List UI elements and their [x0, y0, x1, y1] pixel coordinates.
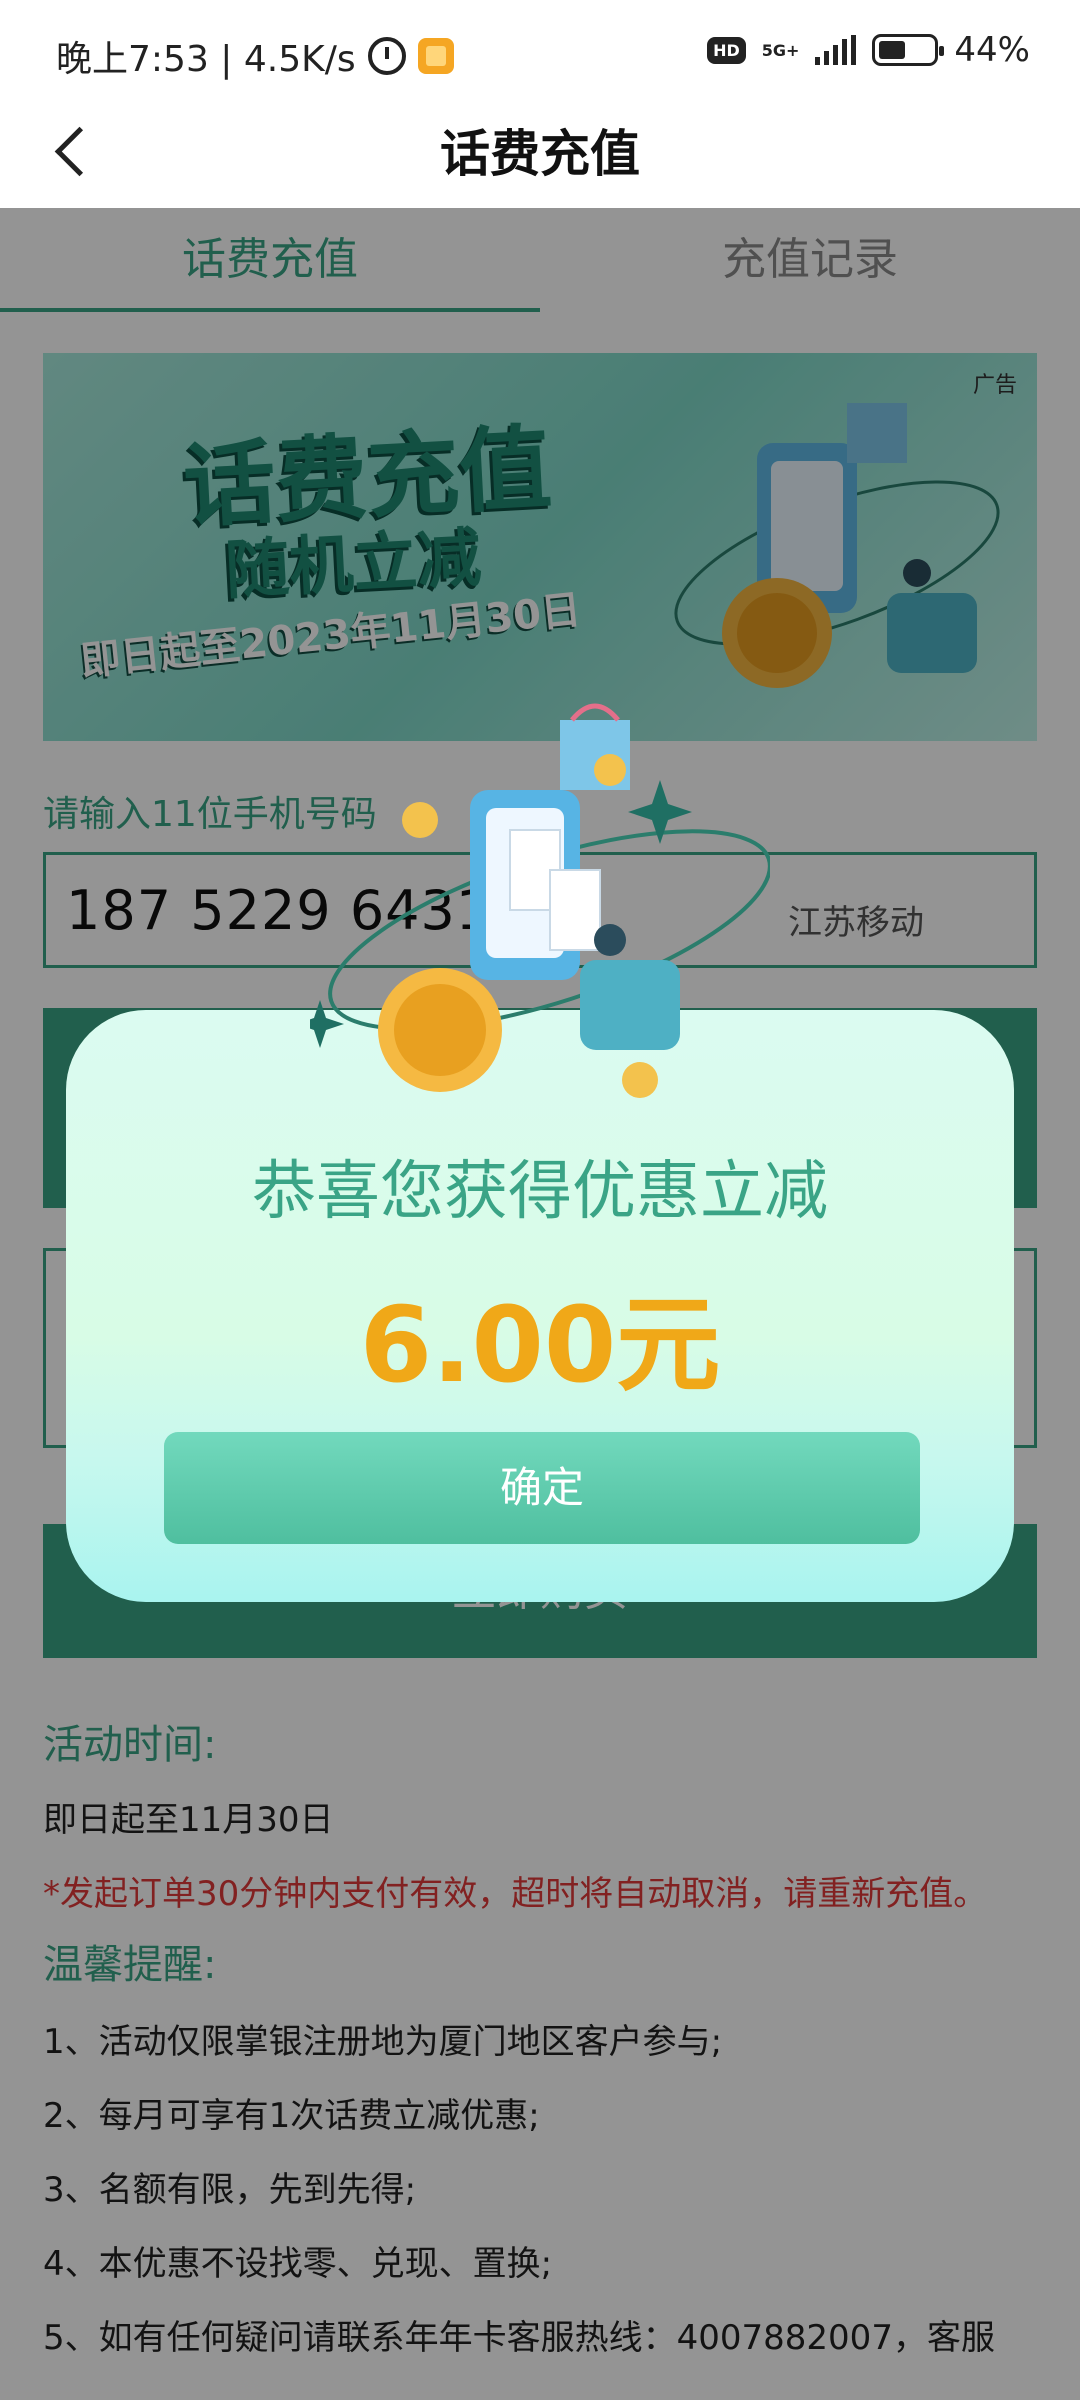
alarm-icon — [367, 37, 406, 75]
dialog-illustration — [310, 703, 770, 1098]
dialog-title: 恭喜您获得优惠立减 — [252, 1155, 828, 1229]
network-label: 5G+ — [761, 40, 800, 60]
header: 话费充值 — [0, 100, 1080, 208]
battery-percent: 44% — [954, 30, 1030, 70]
page-title: 话费充值 — [440, 125, 640, 183]
discount-amount: 6.00元 — [359, 1284, 721, 1406]
notification-app-icon — [417, 38, 454, 74]
status-bar: 晚上7:53 | 4.5K/s HD 5G+ 44% — [0, 0, 1080, 100]
hd-badge: HD — [707, 36, 746, 64]
battery-icon — [872, 34, 945, 66]
status-left: 晚上7:53 | 4.5K/s — [56, 30, 454, 82]
confirm-button[interactable]: 确定 — [164, 1432, 920, 1544]
status-time-speed: 晚上7:53 | 4.5K/s — [56, 39, 356, 80]
status-right: HD 5G+ 44% — [707, 30, 1030, 70]
page: 晚上7:53 | 4.5K/s HD 5G+ 44% 话费充值 话费充值 充值记… — [0, 0, 1080, 2400]
signal-icon — [815, 35, 857, 65]
